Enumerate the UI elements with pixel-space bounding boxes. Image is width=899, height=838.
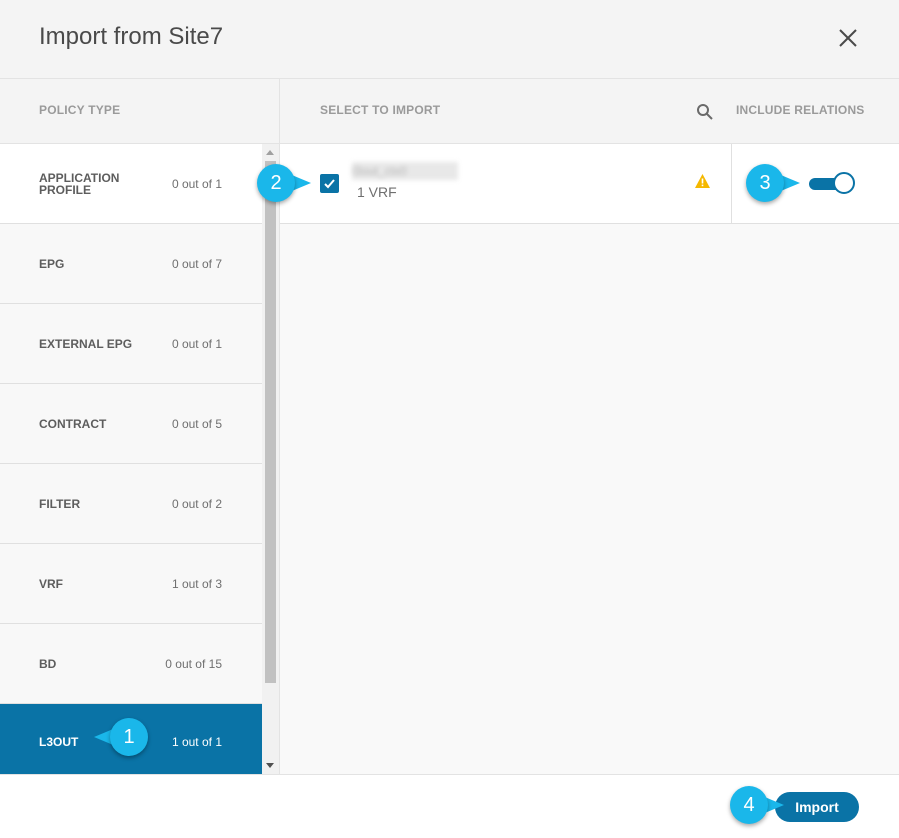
import-item-detail: 1 VRF [357,184,397,200]
policy-type-name: APPLICATION PROFILE [39,170,120,197]
toggle-knob [833,172,855,194]
policy-type-count: 0 out of 1 [171,176,222,191]
import-header: SELECT TO IMPORT INCLUDE RELATIONS [280,79,899,144]
policy-type-list: APPLICATION PROFILE 0 out of 1 EPG 0 out… [0,144,262,774]
checkmark-icon [324,179,335,189]
callout-number: 1 [110,718,148,756]
policy-type-external-epg[interactable]: EXTERNAL EPG 0 out of 1 [0,304,262,384]
callout-number: 3 [746,164,784,202]
column-divider [731,144,732,223]
import-item-row: l3out_ctx0 1 VRF [280,144,899,224]
policy-type-count: 0 out of 15 [165,656,222,671]
import-item-name: l3out_ctx0 [352,162,458,180]
scroll-thumb[interactable] [265,161,276,683]
callout-1: 1 [94,718,170,756]
callout-2: 2 [257,164,317,202]
policy-type-count: 0 out of 7 [171,256,222,271]
import-item-checkbox[interactable] [320,174,339,193]
policy-type-name: EXTERNAL EPG [39,336,133,351]
policy-type-name: BD [39,656,57,671]
import-items-panel: l3out_ctx0 1 VRF [280,144,899,774]
dialog-header: Import from Site7 [0,0,899,79]
policy-type-count: 1 out of 1 [171,735,222,749]
policy-type-name: VRF [39,576,63,591]
policy-type-name: FILTER [39,496,81,511]
policy-type-count: 0 out of 5 [171,416,222,431]
policy-type-contract[interactable]: CONTRACT 0 out of 5 [0,384,262,464]
callout-number: 2 [257,164,295,202]
policy-type-name: CONTRACT [39,416,107,431]
policy-type-header: POLICY TYPE [0,79,280,144]
policy-type-name: EPG [39,256,65,271]
policy-type-filter[interactable]: FILTER 0 out of 2 [0,464,262,544]
warning-icon[interactable] [694,173,711,189]
select-to-import-label: SELECT TO IMPORT [320,103,441,117]
policy-type-count: 1 out of 3 [171,576,222,591]
callout-4: 4 [730,786,790,824]
close-icon[interactable] [834,24,862,52]
callout-number: 4 [730,786,768,824]
scroll-down-arrow-icon[interactable] [266,763,274,768]
policy-type-count: 0 out of 1 [171,336,222,351]
policy-type-vrf[interactable]: VRF 1 out of 3 [0,544,262,624]
include-relations-toggle[interactable] [807,172,859,194]
policy-list-scrollbar[interactable] [262,144,280,774]
policy-type-count: 0 out of 2 [171,496,222,511]
dialog-title: Import from Site7 [39,23,224,50]
search-icon[interactable] [696,103,714,121]
policy-type-epg[interactable]: EPG 0 out of 7 [0,224,262,304]
policy-type-label: POLICY TYPE [39,103,121,117]
include-relations-label: INCLUDE RELATIONS [736,103,865,117]
policy-type-bd[interactable]: BD 0 out of 15 [0,624,262,704]
callout-3: 3 [746,164,806,202]
policy-type-application-profile[interactable]: APPLICATION PROFILE 0 out of 1 [0,144,262,224]
scroll-up-arrow-icon[interactable] [266,150,274,155]
